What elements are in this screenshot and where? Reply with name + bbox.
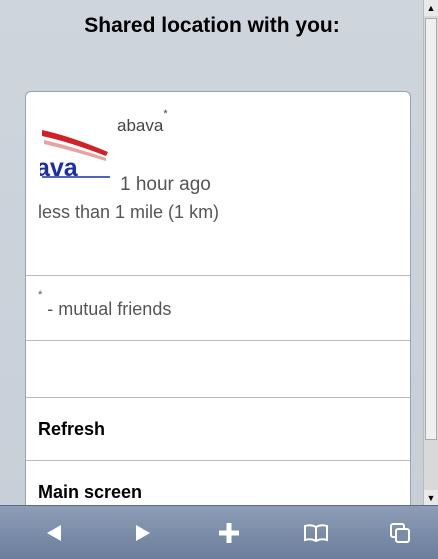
scroll-thumb[interactable]	[425, 18, 437, 440]
pages-icon	[390, 522, 410, 543]
refresh-label: Refresh	[38, 419, 106, 439]
last-seen-time: 1 hour ago	[120, 174, 211, 195]
list-panel: ava abava* 1 hour ago less than 1 mile (…	[25, 91, 411, 506]
back-button[interactable]	[24, 506, 84, 559]
scroll-down-icon[interactable]: ▼	[424, 490, 438, 506]
back-arrow-icon	[47, 524, 61, 541]
abava-logo: ava	[36, 118, 112, 182]
note-marker: *	[38, 289, 43, 301]
friend-row[interactable]: ava abava* 1 hour ago less than 1 mile (…	[26, 92, 410, 276]
forward-button[interactable]	[113, 506, 173, 559]
mutual-marker: *	[163, 108, 168, 120]
friend-distance: less than 1 mile (1 km)	[38, 202, 220, 222]
page-title: Shared location with you:	[84, 14, 340, 37]
svg-text:ava: ava	[40, 154, 79, 178]
scroll-up-icon[interactable]: ▲	[424, 0, 438, 16]
mutual-friends-note: * - mutual friends	[26, 275, 410, 341]
refresh-link[interactable]: Refresh	[26, 397, 410, 461]
vertical-scrollbar[interactable]: ▲ ▼	[423, 0, 438, 506]
add-button[interactable]	[199, 506, 259, 559]
main-screen-link[interactable]: Main screen	[26, 460, 410, 506]
empty-row	[26, 340, 410, 398]
bookmarks-book-icon	[304, 523, 328, 542]
page: Shared location with you: ava abava* 1 h…	[0, 0, 424, 506]
browser-toolbar	[0, 505, 438, 559]
bookmarks-button[interactable]	[286, 506, 346, 559]
pages-button[interactable]	[370, 506, 430, 559]
add-icon	[219, 522, 239, 543]
friend-name: abava*	[117, 108, 168, 135]
main-screen-label: Main screen	[38, 482, 143, 502]
forward-arrow-icon	[136, 524, 150, 541]
